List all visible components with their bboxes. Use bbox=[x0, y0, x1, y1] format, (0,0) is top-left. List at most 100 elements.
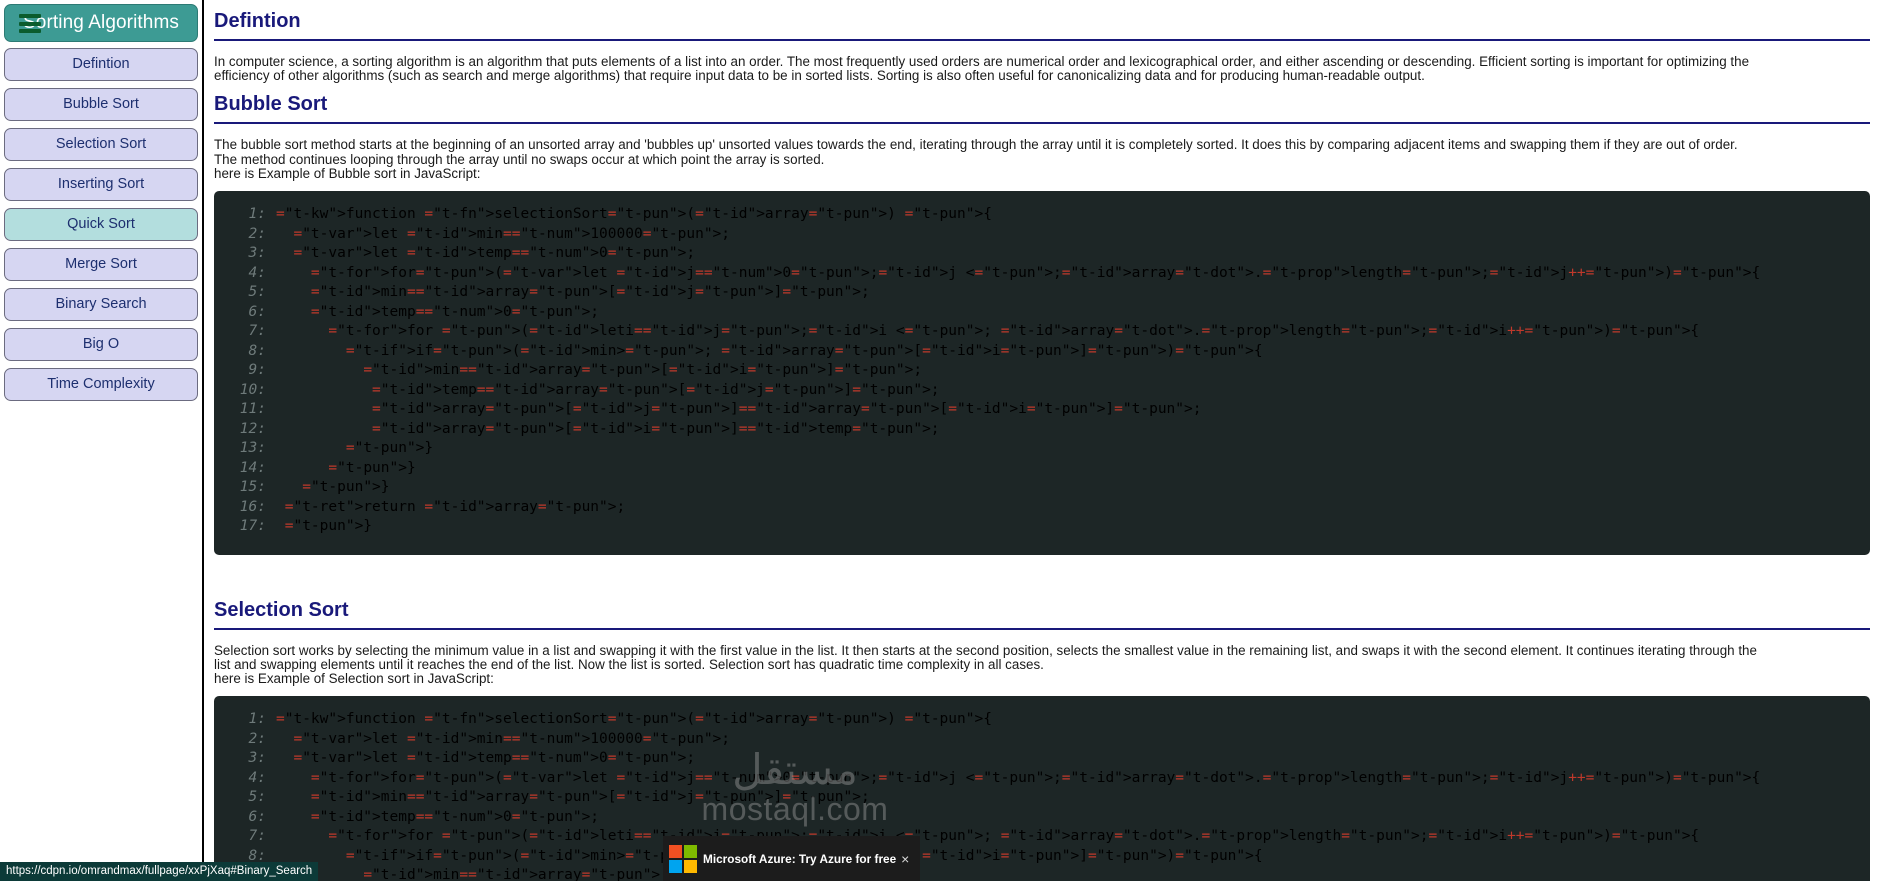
code-line-number: 6: bbox=[248, 808, 266, 825]
code-line-number: 16: bbox=[239, 498, 266, 515]
code-line: 2: ="t-var">let ="t-id">min=="t-num">100… bbox=[214, 225, 1870, 245]
code-line-number: 5: bbox=[248, 789, 266, 806]
code-line-number: 15: bbox=[239, 479, 266, 496]
sidebar-header: Sorting Algorithms bbox=[4, 4, 198, 42]
sidebar-item-inserting-sort[interactable]: Inserting Sort bbox=[4, 168, 198, 201]
code-line-text: ="t-id">array="t-pun">[="t-id">j="t-pun"… bbox=[372, 401, 1202, 418]
section-bubble-sort: Bubble Sort The bubble sort method start… bbox=[214, 93, 1870, 555]
code-line-text: ="t-ret">return ="t-id">array="t-pun">; bbox=[284, 498, 626, 515]
code-line-text: ="t-var">let ="t-id">temp=="t-num">0="t-… bbox=[293, 750, 696, 767]
code-line-text: ="t-pun">} bbox=[302, 479, 390, 496]
code-line: 11: ="t-id">array="t-pun">[="t-id">j="t-… bbox=[214, 400, 1870, 420]
sidebar-item-defintion[interactable]: Defintion bbox=[4, 48, 198, 81]
code-line-number: 2: bbox=[248, 225, 266, 242]
sidebar-item-list: Defintion Bubble Sort Selection Sort Insert… bbox=[4, 48, 198, 401]
code-line: 7: ="t-for">for ="t-pun">(="t-id">leti==… bbox=[214, 322, 1870, 342]
selection-sort-heading: Selection Sort bbox=[214, 599, 1870, 630]
hamburger-menu-icon[interactable] bbox=[19, 14, 41, 33]
code-line: 3: ="t-var">let ="t-id">temp=="t-num">0=… bbox=[214, 244, 1870, 264]
code-line-number: 1: bbox=[248, 711, 266, 728]
code-line-number: 2: bbox=[248, 730, 266, 747]
code-line-number: 10: bbox=[239, 381, 266, 398]
code-line-text: ="t-for">for ="t-pun">(="t-id">leti=="t-… bbox=[328, 323, 1700, 340]
code-line-number: 3: bbox=[248, 750, 266, 767]
sidebar-item-selection-sort[interactable]: Selection Sort bbox=[4, 128, 198, 161]
code-line: 5: ="t-id">min=="t-id">array="t-pun">[="… bbox=[214, 788, 1870, 808]
sidebar-item-binary-search[interactable]: Binary Search bbox=[4, 288, 198, 321]
bubble-line-2: The method continues looping through the… bbox=[214, 151, 825, 167]
code-line-text: ="t-id">temp=="t-num">0="t-pun">; bbox=[310, 808, 600, 825]
page-root: Sorting Algorithms Defintion Bubble Sort S… bbox=[0, 0, 1898, 881]
code-line-number: 14: bbox=[239, 459, 266, 476]
code-line: 5: ="t-id">min=="t-id">array="t-pun">[="… bbox=[214, 283, 1870, 303]
selection-line-2: list and swapping elements until it reac… bbox=[214, 656, 1044, 672]
code-line-number: 8: bbox=[248, 342, 266, 359]
sidebar-item-merge-sort[interactable]: Merge Sort bbox=[4, 248, 198, 281]
code-line: 2: ="t-var">let ="t-id">min=="t-num">100… bbox=[214, 730, 1870, 750]
code-block-selection-sort: 1: ="t-kw">function ="t-fn">selectionSort… bbox=[214, 696, 1870, 881]
code-line: 6: ="t-id">temp=="t-num">0="t-pun">; bbox=[214, 303, 1870, 323]
sidebar-item-bubble-sort[interactable]: Bubble Sort bbox=[4, 88, 198, 121]
code-line-text: ="t-kw">function ="t-fn">selectionSort="… bbox=[276, 711, 992, 728]
code-line-text: ="t-for">for ="t-pun">(="t-id">leti=="t-… bbox=[328, 828, 1700, 845]
browser-status-bar-url: https://cdpn.io/omrandmax/fullpage/xxPjX… bbox=[0, 862, 319, 881]
code-line-text: ="t-id">array="t-pun">[="t-id">i="t-pun"… bbox=[372, 420, 940, 437]
selection-line-1: Selection sort works by selecting the mi… bbox=[214, 642, 1757, 658]
sidebar-title: Sorting Algorithms bbox=[23, 12, 179, 33]
code-line: 4: ="t-for">for="t-pun">(="t-var">let ="… bbox=[214, 769, 1870, 789]
code-line-text: ="t-for">for="t-pun">(="t-var">let ="t-i… bbox=[310, 769, 1761, 786]
code-line-text: ="t-id">temp=="t-num">0="t-pun">; bbox=[310, 303, 600, 320]
code-line-text: ="t-pun">} bbox=[345, 440, 434, 457]
code-line-text: ="t-var">let ="t-id">min=="t-num">100000… bbox=[293, 730, 731, 747]
microsoft-logo-icon bbox=[669, 844, 697, 873]
code-line: 6: ="t-id">temp=="t-num">0="t-pun">; bbox=[214, 808, 1870, 828]
selection-line-3: here is Example of Selection sort in Jav… bbox=[214, 670, 494, 686]
code-line: 1: ="t-kw">function ="t-fn">selectionSort… bbox=[214, 710, 1870, 730]
code-line-text: ="t-var">let ="t-id">temp=="t-num">0="t-… bbox=[293, 245, 696, 262]
code-block-bubble-sort: 1: ="t-kw">function ="t-fn">selectionSort… bbox=[214, 191, 1870, 555]
code-line: 9: ="t-id">min=="t-id">array="t-pun">[="… bbox=[214, 866, 1870, 881]
code-line-text: ="t-id">min=="t-id">array="t-pun">[="t-i… bbox=[310, 789, 870, 806]
sidebar-item-big-o[interactable]: Big O bbox=[4, 328, 198, 361]
code-line-number: 4: bbox=[248, 264, 266, 281]
code-line-number: 5: bbox=[248, 284, 266, 301]
bubble-line-3: here is Example of Bubble sort in JavaSc… bbox=[214, 165, 481, 181]
code-line-number: 6: bbox=[248, 303, 266, 320]
ad-text: Microsoft Azure: Try Azure for free bbox=[703, 851, 897, 866]
bubble-sort-heading: Bubble Sort bbox=[214, 93, 1870, 125]
code-line-number: 13: bbox=[239, 440, 266, 457]
bubble-line-1: The bubble sort method starts at the beg… bbox=[214, 137, 1738, 153]
code-line-number: 3: bbox=[248, 245, 266, 262]
bubble-sort-body: The bubble sort method starts at the beg… bbox=[214, 138, 1870, 181]
code-line-text: ="t-pun">} bbox=[284, 518, 373, 535]
code-line: 9: ="t-id">min=="t-id">array="t-pun">[="… bbox=[214, 361, 1870, 381]
code-line: 16: ="t-ret">return ="t-id">array="t-pun… bbox=[214, 498, 1870, 518]
code-line-text: ="t-kw">function ="t-fn">selectionSort="… bbox=[276, 206, 992, 223]
code-line-text: ="t-if">if="t-pun">(="t-id">min>="t-pun"… bbox=[345, 342, 1263, 359]
code-line-number: 12: bbox=[239, 420, 266, 437]
close-icon[interactable]: × bbox=[896, 850, 914, 868]
sidebar-item-quick-sort[interactable]: Quick Sort bbox=[4, 208, 198, 241]
code-line: 3: ="t-var">let ="t-id">temp=="t-num">0=… bbox=[214, 749, 1870, 769]
code-line: 10: ="t-id">temp=="t-id">array="t-pun">[… bbox=[214, 381, 1870, 401]
code-line: 4: ="t-for">for="t-pun">(="t-var">let ="… bbox=[214, 264, 1870, 284]
definition-line-2: efficiency of other algorithms (such as … bbox=[214, 68, 1425, 84]
main-content: Defintion In computer science, a sorting… bbox=[204, 0, 1898, 881]
code-line: 8: ="t-if">if="t-pun">(="t-id">min>="t-p… bbox=[214, 847, 1870, 867]
code-line: 12: ="t-id">array="t-pun">[="t-id">i="t-… bbox=[214, 420, 1870, 440]
azure-ad-banner[interactable]: Microsoft Azure: Try Azure for free × bbox=[663, 836, 920, 881]
code-line-number: 7: bbox=[248, 828, 266, 845]
code-line: 14: ="t-pun">} bbox=[214, 459, 1870, 479]
code-line-text: ="t-id">min=="t-id">array="t-pun">[="t-i… bbox=[310, 284, 870, 301]
definition-line-1: In computer science, a sorting algorithm… bbox=[214, 54, 1750, 69]
definition-body: In computer science, a sorting algorithm… bbox=[214, 54, 1870, 84]
code-line-number: 11: bbox=[239, 401, 266, 418]
sidebar-item-time-complexity[interactable]: Time Complexity bbox=[4, 368, 198, 401]
code-line: 17: ="t-pun">} bbox=[214, 517, 1870, 537]
code-line: 7: ="t-for">for ="t-pun">(="t-id">leti==… bbox=[214, 827, 1870, 847]
code-line-number: 9: bbox=[248, 362, 266, 379]
code-line: 13: ="t-pun">} bbox=[214, 439, 1870, 459]
code-line: 8: ="t-if">if="t-pun">(="t-id">min>="t-p… bbox=[214, 342, 1870, 362]
code-line: 1: ="t-kw">function ="t-fn">selectionSort… bbox=[214, 205, 1870, 225]
code-line-number: 4: bbox=[248, 769, 266, 786]
